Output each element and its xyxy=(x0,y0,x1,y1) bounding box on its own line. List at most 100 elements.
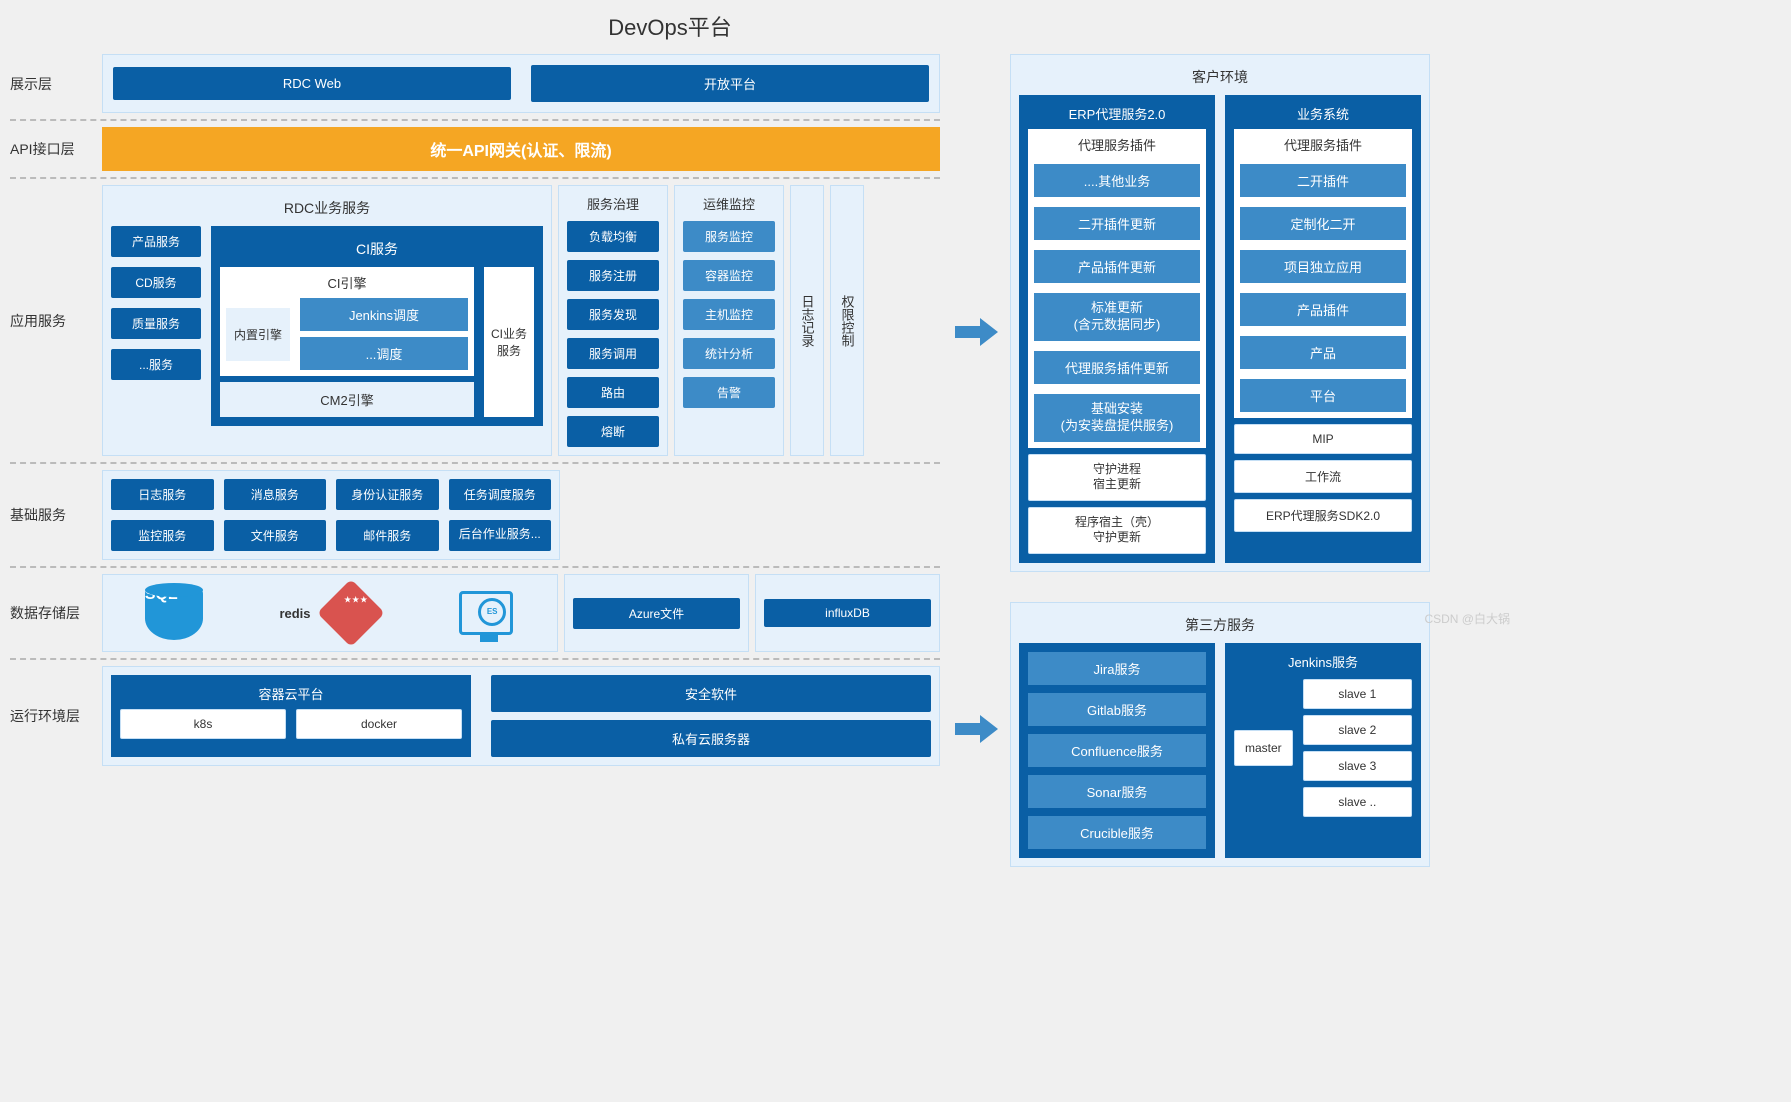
mail-service[interactable]: 邮件服务 xyxy=(336,520,439,551)
sonar-service: Sonar服务 xyxy=(1028,775,1206,808)
thirdparty-title: 第三方服务 xyxy=(1019,611,1421,643)
biz-plugin-2: 项目独立应用 xyxy=(1240,250,1406,283)
more-schedule: ...调度 xyxy=(300,337,468,370)
rdc-title: RDC业务服务 xyxy=(111,194,543,226)
biz-plugin-3: 产品插件 xyxy=(1240,293,1406,326)
biz-extra-0: MIP xyxy=(1234,424,1412,454)
erp-plugin-3: 标准更新 (含元数据同步) xyxy=(1034,293,1200,341)
host-monitor[interactable]: 主机监控 xyxy=(683,299,775,330)
governance-panel: 服务治理 负载均衡 服务注册 服务发现 服务调用 路由 熔断 xyxy=(558,185,668,456)
ci-engine-panel: CI引擎 内置引擎 Jenkins调度 ...调度 xyxy=(220,267,474,376)
erp-plugin-title: 代理服务插件 xyxy=(1034,135,1200,154)
biz-plugin-box: 代理服务插件 二开插件 定制化二开 项目独立应用 产品插件 产品 平台 xyxy=(1234,129,1412,418)
biz-title: 业务系统 xyxy=(1234,104,1412,129)
layer-label-runtime: 运行环境层 xyxy=(10,666,102,766)
customer-env-panel: 客户环境 ERP代理服务2.0 代理服务插件 ....其他业务 二开插件更新 产… xyxy=(1010,54,1430,572)
right-column: 客户环境 ERP代理服务2.0 代理服务插件 ....其他业务 二开插件更新 产… xyxy=(1010,54,1430,867)
erp-plugin-5: 基础安装 (为安装盘提供服务) xyxy=(1034,394,1200,442)
biz-plugin-0: 二开插件 xyxy=(1240,164,1406,197)
cm2-engine: CM2引擎 xyxy=(220,382,474,417)
service-call[interactable]: 服务调用 xyxy=(567,338,659,369)
ops-panel: 运维监控 服务监控 容器监控 主机监控 统计分析 告警 xyxy=(674,185,784,456)
stats-analysis[interactable]: 统计分析 xyxy=(683,338,775,369)
service-register[interactable]: 服务注册 xyxy=(567,260,659,291)
docker[interactable]: docker xyxy=(296,709,462,739)
log-record-bar: 日志记录 xyxy=(790,185,824,456)
ci-service-title: CI服务 xyxy=(220,235,534,267)
ci-biz-service: CI业务 服务 xyxy=(484,267,534,417)
ci-service-panel: CI服务 CI引擎 内置引擎 Jenkins调度 ...调度 xyxy=(211,226,543,426)
erp-plugin-box: 代理服务插件 ....其他业务 二开插件更新 产品插件更新 标准更新 (含元数据… xyxy=(1028,129,1206,448)
file-service[interactable]: 文件服务 xyxy=(224,520,327,551)
erp-plugin-1: 二开插件更新 xyxy=(1034,207,1200,240)
main-row: 展示层 RDC Web 开放平台 API接口层 统一API网关(认证、限流) 应… xyxy=(10,54,1530,867)
redis-icon xyxy=(321,583,381,643)
separator xyxy=(10,658,940,660)
crucible-service: Crucible服务 xyxy=(1028,816,1206,849)
load-balance[interactable]: 负载均衡 xyxy=(567,221,659,252)
arrow-right-icon xyxy=(950,709,1000,749)
circuit-breaker[interactable]: 熔断 xyxy=(567,416,659,447)
influxdb[interactable]: influxDB xyxy=(764,599,931,627)
more-service-button[interactable]: ...服务 xyxy=(111,349,201,380)
log-service[interactable]: 日志服务 xyxy=(111,479,214,510)
storage-panel: SQL redis xyxy=(102,574,558,652)
ci-engine-title: CI引擎 xyxy=(226,273,468,298)
jenkins-slave-1: slave 1 xyxy=(1303,679,1412,709)
biz-system-panel: 业务系统 代理服务插件 二开插件 定制化二开 项目独立应用 产品插件 产品 平台… xyxy=(1225,95,1421,563)
jenkins-slave-3: slave 3 xyxy=(1303,751,1412,781)
confluence-service: Confluence服务 xyxy=(1028,734,1206,767)
security-software[interactable]: 安全软件 xyxy=(491,675,931,712)
biz-plugin-5: 平台 xyxy=(1240,379,1406,412)
jenkins-slave-more: slave .. xyxy=(1303,787,1412,817)
layer-label-base: 基础服务 xyxy=(10,470,102,560)
api-gateway-box: 统一API网关(认证、限流) xyxy=(102,127,940,171)
container-platform: 容器云平台 k8s docker xyxy=(111,675,471,757)
task-schedule-service[interactable]: 任务调度服务 xyxy=(449,479,552,510)
azure-file[interactable]: Azure文件 xyxy=(573,598,740,629)
layer-label-app: 应用服务 xyxy=(10,185,102,456)
alert[interactable]: 告警 xyxy=(683,377,775,408)
jenkins-title: Jenkins服务 xyxy=(1234,652,1412,679)
jira-service: Jira服务 xyxy=(1028,652,1206,685)
erp-extra-1: 程序宿主（壳） 守护更新 xyxy=(1028,507,1206,554)
biz-plugin-1: 定制化二开 xyxy=(1240,207,1406,240)
presentation-box: RDC Web 开放平台 xyxy=(102,54,940,113)
separator xyxy=(10,462,940,464)
jenkins-schedule: Jenkins调度 xyxy=(300,298,468,331)
governance-title: 服务治理 xyxy=(567,194,659,213)
layer-label-api: API接口层 xyxy=(10,127,102,171)
quality-service-button[interactable]: 质量服务 xyxy=(111,308,201,339)
separator xyxy=(10,566,940,568)
biz-extra-2: ERP代理服务SDK2.0 xyxy=(1234,499,1412,532)
rdc-panel: RDC业务服务 产品服务 CD服务 质量服务 ...服务 CI服务 C xyxy=(102,185,552,456)
jenkins-slave-2: slave 2 xyxy=(1303,715,1412,745)
rdc-web-button[interactable]: RDC Web xyxy=(113,67,511,100)
arrow-right-icon xyxy=(950,312,1000,352)
backend-job-service[interactable]: 后台作业服务... xyxy=(449,520,552,551)
azure-file-box: Azure文件 xyxy=(564,574,749,652)
identity-service[interactable]: 身份认证服务 xyxy=(336,479,439,510)
routing[interactable]: 路由 xyxy=(567,377,659,408)
product-service-button[interactable]: 产品服务 xyxy=(111,226,201,257)
left-column: 展示层 RDC Web 开放平台 API接口层 统一API网关(认证、限流) 应… xyxy=(10,54,940,867)
open-platform-button[interactable]: 开放平台 xyxy=(531,65,929,102)
auth-control-bar: 权限控制 xyxy=(830,185,864,456)
layer-label-storage: 数据存储层 xyxy=(10,574,102,652)
service-discovery[interactable]: 服务发现 xyxy=(567,299,659,330)
thirdparty-left: Jira服务 Gitlab服务 Confluence服务 Sonar服务 Cru… xyxy=(1019,643,1215,858)
diagram-title: DevOps平台 xyxy=(410,10,930,42)
message-service[interactable]: 消息服务 xyxy=(224,479,327,510)
monitor-service[interactable]: 监控服务 xyxy=(111,520,214,551)
biz-plugin-4: 产品 xyxy=(1240,336,1406,369)
k8s[interactable]: k8s xyxy=(120,709,286,739)
private-cloud-server[interactable]: 私有云服务器 xyxy=(491,720,931,757)
es-icon xyxy=(456,583,516,643)
container-monitor[interactable]: 容器监控 xyxy=(683,260,775,291)
cd-service-button[interactable]: CD服务 xyxy=(111,267,201,298)
container-title: 容器云平台 xyxy=(120,684,462,709)
biz-plugin-title: 代理服务插件 xyxy=(1240,135,1406,154)
biz-extra-1: 工作流 xyxy=(1234,460,1412,493)
erp-proxy-panel: ERP代理服务2.0 代理服务插件 ....其他业务 二开插件更新 产品插件更新… xyxy=(1019,95,1215,563)
service-monitor[interactable]: 服务监控 xyxy=(683,221,775,252)
